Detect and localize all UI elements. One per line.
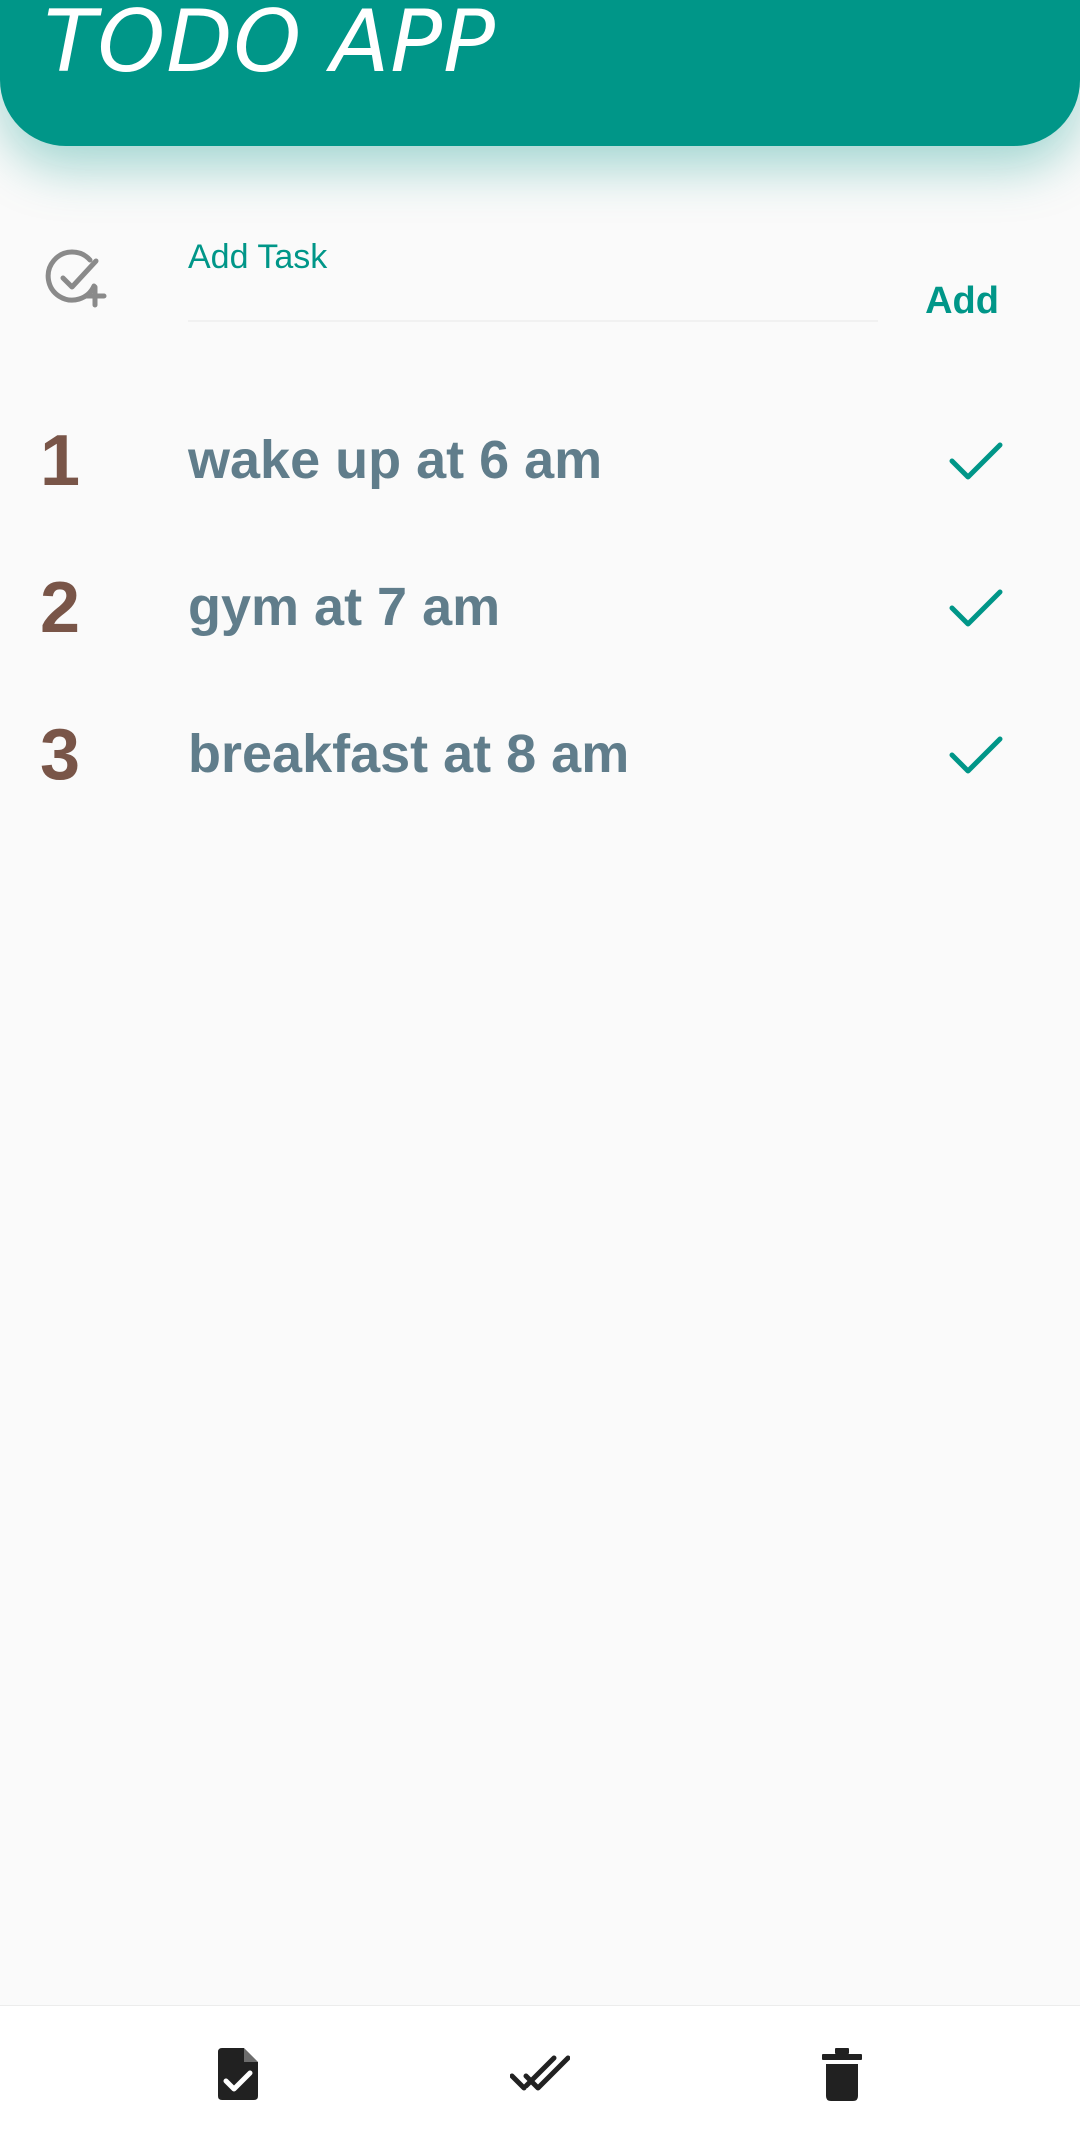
app-title: TODO APP: [44, 0, 497, 92]
task-text: breakfast at 8 am: [188, 724, 630, 784]
task-text: gym at 7 am: [188, 577, 501, 637]
task-number: 2: [40, 568, 81, 648]
task-item: 3 breakfast at 8 am: [0, 692, 1080, 812]
tasks-file-icon[interactable]: [208, 2044, 268, 2104]
add-task-input[interactable]: Add Task: [188, 230, 878, 322]
add-task-row: Add Task Add: [0, 230, 1080, 340]
app-screen: TODO APP Add Task Add 1 wake up at 6 am …: [0, 0, 1080, 2131]
add-task-label: Add Task: [188, 238, 328, 276]
task-text: wake up at 6 am: [188, 430, 603, 490]
task-item: 2 gym at 7 am: [0, 545, 1080, 665]
app-header: TODO APP: [0, 0, 1080, 146]
check-icon[interactable]: [946, 430, 1006, 490]
task-number: 1: [40, 421, 81, 501]
check-icon[interactable]: [946, 724, 1006, 784]
bottom-navigation: [0, 2005, 1080, 2131]
check-icon[interactable]: [946, 577, 1006, 637]
done-all-icon[interactable]: [510, 2044, 570, 2104]
task-number: 3: [40, 715, 81, 795]
add-task-icon: [45, 249, 107, 308]
delete-icon[interactable]: [812, 2044, 872, 2104]
task-item: 1 wake up at 6 am: [0, 398, 1080, 518]
add-button[interactable]: Add: [900, 266, 1024, 336]
